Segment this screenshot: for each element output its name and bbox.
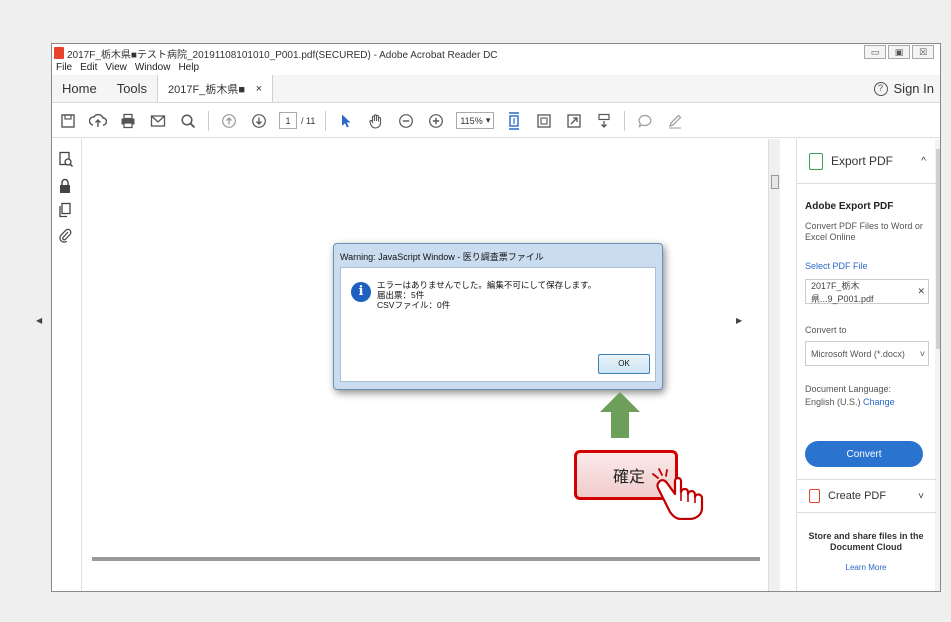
help-icon[interactable]: ?	[873, 81, 888, 96]
next-page-icon[interactable]	[249, 111, 269, 131]
confirm-callout-label: 確定	[613, 467, 646, 486]
toolbar-separator	[624, 110, 626, 131]
window-controls: ▭ ▣ ☒	[864, 45, 934, 59]
search-icon[interactable]	[178, 111, 198, 131]
dialog-message-line: CSVファイル：0件	[377, 300, 451, 310]
page-total: / 11	[301, 115, 316, 126]
select-pdf-link[interactable]: Select PDF File	[805, 261, 868, 271]
lock-icon[interactable]	[58, 178, 74, 194]
menu-bar: File Edit View Window Help	[52, 62, 940, 75]
attachment-icon[interactable]	[58, 227, 74, 243]
right-tools-pane: Export PDF ^ Adobe Export PDF Convert PD…	[796, 139, 940, 591]
tab-document[interactable]: 2017F_栃木県■ ×	[157, 75, 274, 102]
save-icon[interactable]	[58, 111, 78, 131]
zoom-level-value: 115%	[460, 115, 483, 126]
menu-file[interactable]: File	[56, 62, 72, 75]
selected-file-field[interactable]: 2017F_栃木県...9_P001.pdf ✕	[805, 279, 929, 304]
javascript-warning-dialog: Warning: JavaScript Window - 医り調査票ファイル i…	[333, 243, 663, 390]
zoom-in-icon[interactable]	[426, 111, 446, 131]
print-icon[interactable]	[118, 111, 138, 131]
tab-bar: Home Tools 2017F_栃木県■ × ? Sign In	[52, 75, 940, 103]
dialog-message-line: エラーはありませんでした。編集不可にして保存します。	[377, 280, 597, 290]
document-cloud-text: Store and share files in the Document Cl…	[808, 531, 924, 552]
toolbar-separator	[325, 110, 327, 131]
dialog-message-line: 届出票：5件	[377, 290, 425, 300]
export-pdf-label: Export PDF	[831, 154, 894, 168]
convert-format-select[interactable]: Microsoft Word (*.docx) ˅	[805, 341, 929, 366]
convert-format-value: Microsoft Word (*.docx)	[811, 348, 905, 359]
sign-in-link[interactable]: Sign In	[894, 81, 934, 96]
export-pdf-icon	[809, 152, 823, 170]
title-bar: 2017F_栃木県■テスト病院_20191108101010_P001.pdf(…	[52, 44, 940, 62]
dialog-body: i エラーはありませんでした。編集不可にして保存します。 届出票：5件 CSVフ…	[340, 267, 656, 382]
previous-page-icon[interactable]	[219, 111, 239, 131]
copy-pages-icon[interactable]	[58, 202, 74, 218]
fit-page-icon[interactable]	[504, 111, 524, 131]
chevron-down-icon: ˅	[919, 348, 925, 359]
ok-button[interactable]: OK	[598, 354, 650, 374]
learn-more-link[interactable]: Learn More	[801, 563, 931, 572]
language-value: English (U.S.)	[805, 397, 861, 407]
right-pane-scrollbar-thumb[interactable]	[936, 149, 940, 349]
scroll-mode-icon[interactable]	[594, 111, 614, 131]
pdf-file-icon	[54, 47, 64, 59]
language-label: Document Language:	[805, 384, 892, 394]
minimize-button[interactable]: ▭	[864, 45, 886, 59]
email-icon[interactable]	[148, 111, 168, 131]
zoom-level-select[interactable]: 115% ▾	[456, 112, 495, 129]
right-pane-scrollbar[interactable]	[935, 139, 940, 591]
collapse-left-arrow-icon[interactable]: ◀	[36, 316, 42, 325]
remove-file-icon[interactable]: ✕	[917, 286, 925, 297]
document-scrollbar-thumb[interactable]	[771, 175, 779, 189]
selected-file-name: 2017F_栃木県...9_P001.pdf	[811, 280, 874, 304]
page-thumbnails-icon[interactable]	[58, 151, 74, 168]
menu-window[interactable]: Window	[135, 62, 171, 75]
rotate-view-icon[interactable]	[534, 111, 554, 131]
comment-icon[interactable]	[635, 111, 655, 131]
tabbar-right: ? Sign In	[873, 75, 940, 102]
document-language: Document Language: English (U.S.) Change	[805, 383, 895, 409]
select-cursor-icon[interactable]	[336, 111, 356, 131]
tab-home[interactable]: Home	[52, 75, 107, 102]
hand-tool-icon[interactable]	[366, 111, 386, 131]
toolbar-separator	[208, 110, 209, 131]
chevron-up-icon[interactable]: ^	[921, 156, 926, 167]
convert-to-label: Convert to	[805, 325, 847, 335]
menu-view[interactable]: View	[105, 62, 127, 75]
zoom-chevron-icon: ▾	[485, 115, 491, 125]
create-pdf-row[interactable]: Create PDF ˅	[797, 479, 936, 513]
tab-close-icon[interactable]: ×	[256, 83, 262, 95]
chevron-down-icon: ˅	[918, 490, 924, 502]
tab-document-label: 2017F_栃木県■	[168, 83, 245, 96]
page-number-input[interactable]: 1	[279, 112, 297, 129]
dialog-message: エラーはありませんでした。編集不可にして保存します。 届出票：5件 CSVファイ…	[377, 280, 596, 310]
upload-cloud-icon[interactable]	[88, 111, 108, 131]
info-icon: i	[351, 282, 371, 302]
restore-button[interactable]: ▣	[888, 45, 910, 59]
left-navigation-rail	[52, 139, 82, 591]
pen-icon[interactable]	[665, 111, 685, 131]
export-pdf-header[interactable]: Export PDF ^	[797, 139, 936, 184]
main-toolbar: 1 / 11 115% ▾	[52, 104, 940, 138]
menu-edit[interactable]: Edit	[80, 62, 97, 75]
close-window-button[interactable]: ☒	[912, 45, 934, 59]
zoom-out-icon[interactable]	[396, 111, 416, 131]
create-pdf-icon	[809, 489, 820, 503]
page-edge	[92, 557, 760, 561]
menu-help[interactable]: Help	[178, 62, 199, 75]
pointing-hand-icon	[652, 468, 704, 520]
change-language-link[interactable]: Change	[863, 397, 895, 407]
create-pdf-label: Create PDF	[828, 490, 887, 502]
window-title: 2017F_栃木県■テスト病院_20191108101010_P001.pdf(…	[67, 49, 498, 61]
full-screen-icon[interactable]	[564, 111, 584, 131]
convert-button[interactable]: Convert	[805, 441, 923, 467]
export-description: Convert PDF Files to Word or Excel Onlin…	[805, 221, 923, 242]
document-scrollbar[interactable]	[768, 139, 780, 591]
up-arrow-annotation	[600, 392, 640, 438]
dialog-title: Warning: JavaScript Window - 医り調査票ファイル	[340, 252, 544, 262]
tab-tools[interactable]: Tools	[107, 75, 157, 102]
collapse-right-pane-arrow-icon[interactable]: ▶	[736, 316, 742, 325]
adobe-export-title: Adobe Export PDF	[805, 201, 894, 212]
